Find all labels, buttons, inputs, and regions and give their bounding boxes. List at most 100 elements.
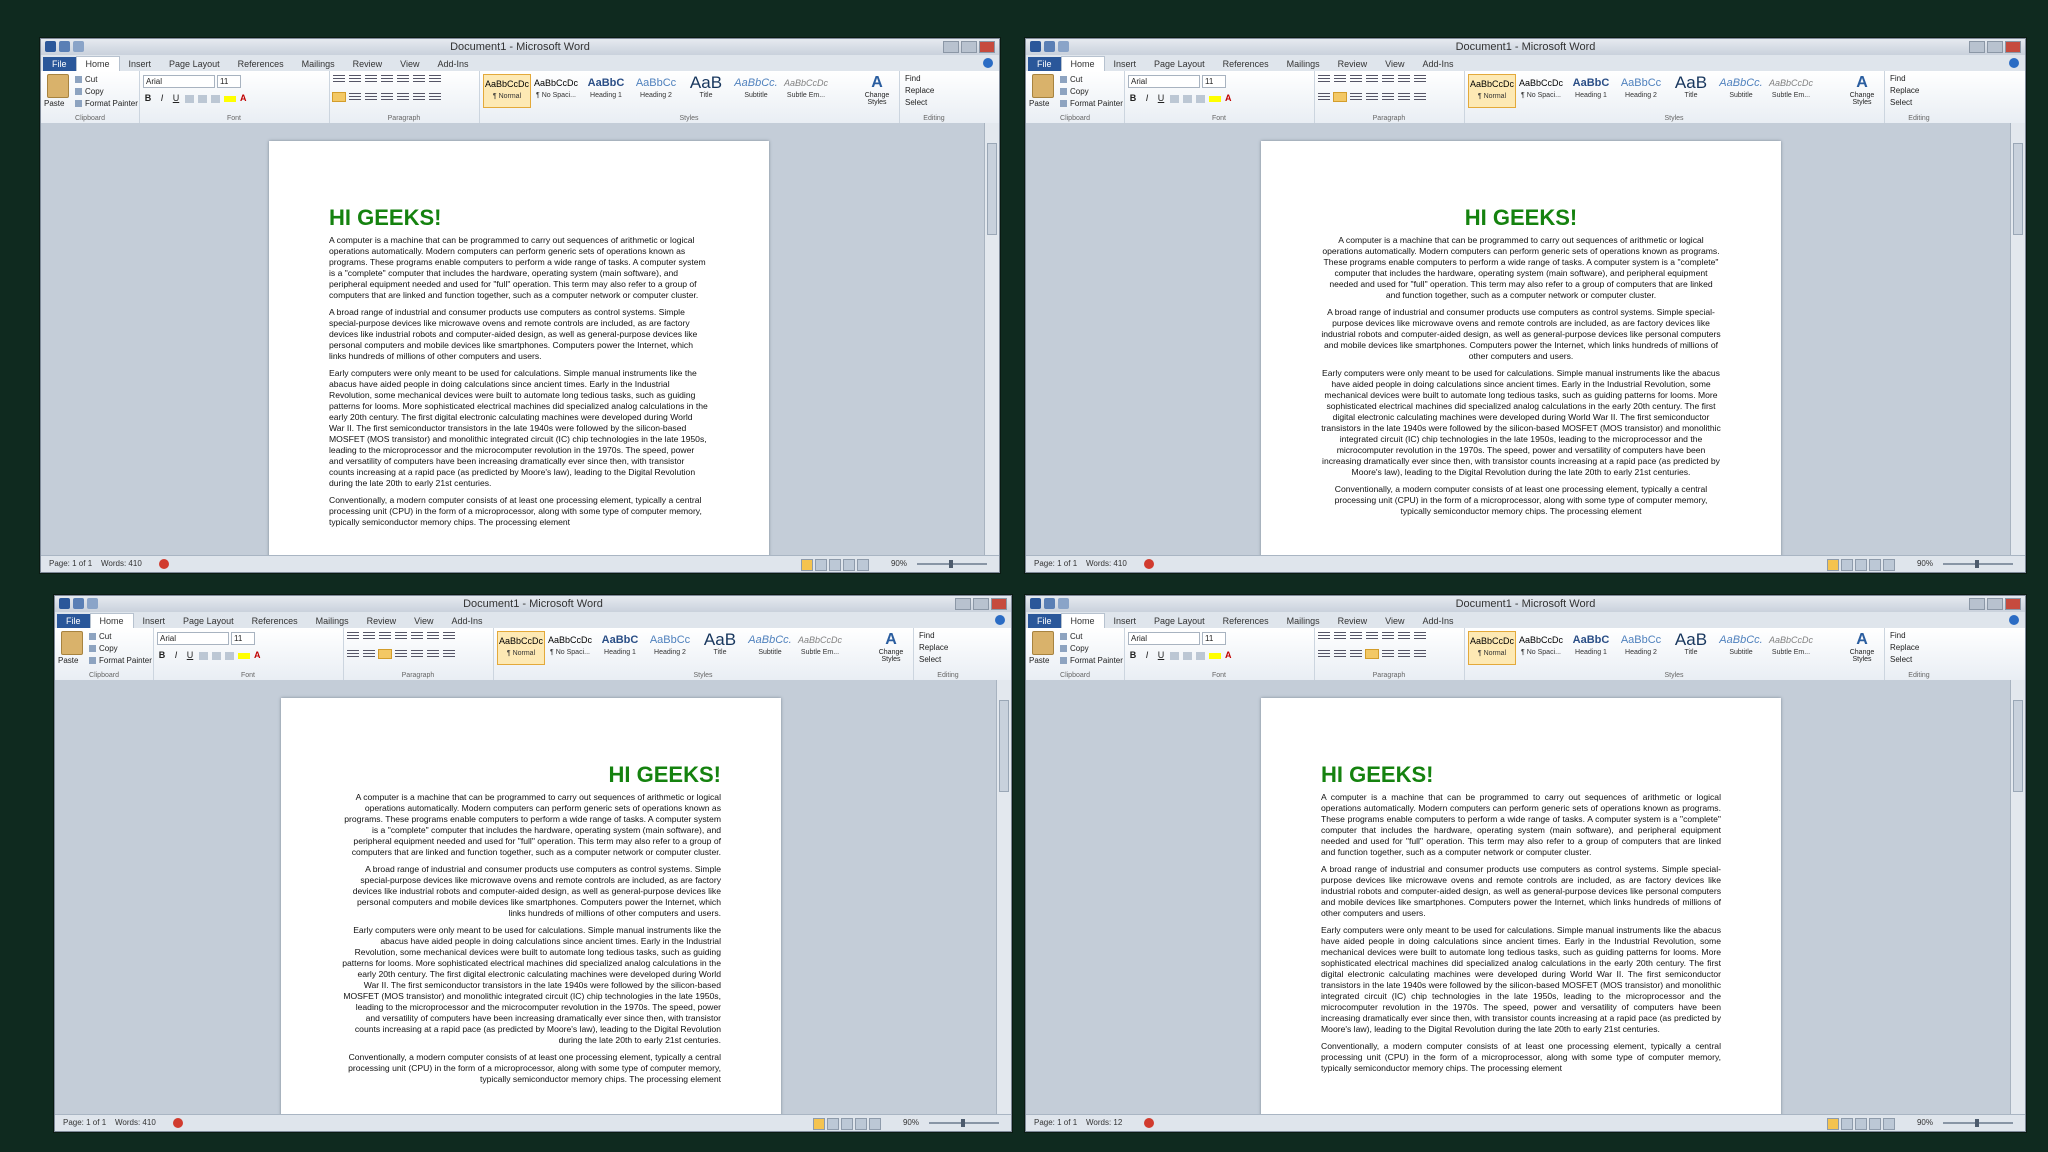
web-layout-icon[interactable] xyxy=(829,559,841,571)
help-icon[interactable] xyxy=(995,615,1005,625)
sort-icon[interactable] xyxy=(1398,75,1410,83)
style-title[interactable]: AaB Title xyxy=(1668,74,1714,106)
tab-review[interactable]: Review xyxy=(1329,614,1377,628)
tab-page-layout[interactable]: Page Layout xyxy=(160,57,229,71)
font-name-box[interactable]: Arial xyxy=(1128,632,1200,645)
find-button[interactable]: Find xyxy=(1890,631,1919,640)
tab-mailings[interactable]: Mailings xyxy=(1278,614,1329,628)
copy-button[interactable]: Copy xyxy=(75,87,138,96)
show-marks-icon[interactable] xyxy=(1414,632,1426,640)
font-color-icon[interactable]: A xyxy=(254,650,261,660)
word-count[interactable]: Words: 410 xyxy=(1086,556,1127,572)
zoom-level[interactable]: 90% xyxy=(891,556,907,572)
print-layout-icon[interactable] xyxy=(1827,1118,1839,1130)
subscript-icon[interactable] xyxy=(198,95,207,103)
font-color-icon[interactable]: A xyxy=(240,93,247,103)
align-center-icon[interactable] xyxy=(363,650,375,658)
tab-home[interactable]: Home xyxy=(75,56,120,71)
style-subtle-emphasis[interactable]: AaBbCcDc Subtle Em... xyxy=(797,631,843,663)
align-right-icon[interactable] xyxy=(378,649,392,659)
zoom-slider[interactable] xyxy=(1943,560,2013,568)
change-styles-button[interactable]: A Change Styles xyxy=(871,631,911,663)
style-heading-1[interactable]: AaBbC Heading 1 xyxy=(1568,631,1614,663)
outline-icon[interactable] xyxy=(1869,1118,1881,1130)
tab-page-layout[interactable]: Page Layout xyxy=(1145,614,1214,628)
outline-icon[interactable] xyxy=(843,559,855,571)
bullets-icon[interactable] xyxy=(333,75,345,83)
tab-view[interactable]: View xyxy=(1376,614,1413,628)
help-icon[interactable] xyxy=(2009,615,2019,625)
zoom-slider[interactable] xyxy=(1943,1119,2013,1127)
tab-references[interactable]: References xyxy=(243,614,307,628)
paste-button[interactable]: Paste xyxy=(58,656,78,665)
font-color-icon[interactable]: A xyxy=(1225,650,1232,660)
style-heading-1[interactable]: AaBbC Heading 1 xyxy=(583,74,629,106)
web-layout-icon[interactable] xyxy=(841,1118,853,1130)
superscript-icon[interactable] xyxy=(211,95,220,103)
show-marks-icon[interactable] xyxy=(443,632,455,640)
tab-file[interactable]: File xyxy=(1028,614,1061,628)
underline-button[interactable]: U xyxy=(1156,93,1166,103)
style-no-spacing[interactable]: AaBbCcDc ¶ No Spaci... xyxy=(1518,631,1564,663)
tab-page-layout[interactable]: Page Layout xyxy=(1145,57,1214,71)
tab-add-ins[interactable]: Add-Ins xyxy=(1414,57,1463,71)
show-marks-icon[interactable] xyxy=(429,75,441,83)
borders-icon[interactable] xyxy=(443,650,455,658)
increase-indent-icon[interactable] xyxy=(1382,75,1394,83)
select-button[interactable]: Select xyxy=(905,98,934,107)
decrease-indent-icon[interactable] xyxy=(1366,632,1378,640)
help-icon[interactable] xyxy=(983,58,993,68)
zoom-slider[interactable] xyxy=(929,1119,999,1127)
align-center-icon[interactable] xyxy=(349,93,361,101)
copy-button[interactable]: Copy xyxy=(1060,87,1123,96)
align-right-icon[interactable] xyxy=(365,93,377,101)
sort-icon[interactable] xyxy=(427,632,439,640)
numbering-icon[interactable] xyxy=(1334,632,1346,640)
style-heading-1[interactable]: AaBbC Heading 1 xyxy=(597,631,643,663)
outline-icon[interactable] xyxy=(1869,559,1881,571)
web-layout-icon[interactable] xyxy=(1855,1118,1867,1130)
underline-button[interactable]: U xyxy=(1156,650,1166,660)
tab-home[interactable]: Home xyxy=(1060,56,1105,71)
tab-insert[interactable]: Insert xyxy=(120,57,161,71)
highlight-icon[interactable] xyxy=(238,653,250,659)
tab-review[interactable]: Review xyxy=(344,57,392,71)
multilevel-list-icon[interactable] xyxy=(1350,75,1362,83)
font-name-box[interactable]: Arial xyxy=(143,75,215,88)
strikethrough-icon[interactable] xyxy=(1170,95,1179,103)
style-no-spacing[interactable]: AaBbCcDc ¶ No Spaci... xyxy=(547,631,593,663)
multilevel-list-icon[interactable] xyxy=(365,75,377,83)
document-page[interactable]: HI GEEKS! A computer is a machine that c… xyxy=(269,141,769,556)
borders-icon[interactable] xyxy=(1414,650,1426,658)
justify-icon[interactable] xyxy=(395,650,407,658)
document-page[interactable]: HI GEEKS! A computer is a machine that c… xyxy=(281,698,781,1115)
tab-file[interactable]: File xyxy=(1028,57,1061,71)
style-normal[interactable]: AaBbCcDc ¶ Normal xyxy=(1468,631,1516,665)
paste-icon[interactable] xyxy=(47,74,69,98)
format-painter-button[interactable]: Format Painter xyxy=(75,99,138,108)
change-styles-button[interactable]: A Change Styles xyxy=(1842,74,1882,106)
tab-review[interactable]: Review xyxy=(1329,57,1377,71)
superscript-icon[interactable] xyxy=(225,652,234,660)
style-normal[interactable]: AaBbCcDc ¶ Normal xyxy=(483,74,531,108)
page-count[interactable]: Page: 1 of 1 xyxy=(49,556,92,572)
document-area[interactable]: HI GEEKS! A computer is a machine that c… xyxy=(41,123,999,556)
font-color-icon[interactable]: A xyxy=(1225,93,1232,103)
style-subtitle[interactable]: AaBbCc. Subtitle xyxy=(747,631,793,663)
italic-button[interactable]: I xyxy=(1142,650,1152,660)
strikethrough-icon[interactable] xyxy=(199,652,208,660)
tab-insert[interactable]: Insert xyxy=(1105,614,1146,628)
proofing-icon[interactable] xyxy=(1144,1118,1154,1128)
full-screen-icon[interactable] xyxy=(1841,1118,1853,1130)
style-subtitle[interactable]: AaBbCc. Subtitle xyxy=(733,74,779,106)
draft-icon[interactable] xyxy=(857,559,869,571)
proofing-icon[interactable] xyxy=(173,1118,183,1128)
paste-icon[interactable] xyxy=(61,631,83,655)
decrease-indent-icon[interactable] xyxy=(381,75,393,83)
replace-button[interactable]: Replace xyxy=(905,86,934,95)
font-size-box[interactable]: 11 xyxy=(1202,75,1226,88)
full-screen-icon[interactable] xyxy=(815,559,827,571)
proofing-icon[interactable] xyxy=(1144,559,1154,569)
proofing-icon[interactable] xyxy=(159,559,169,569)
select-button[interactable]: Select xyxy=(1890,655,1919,664)
